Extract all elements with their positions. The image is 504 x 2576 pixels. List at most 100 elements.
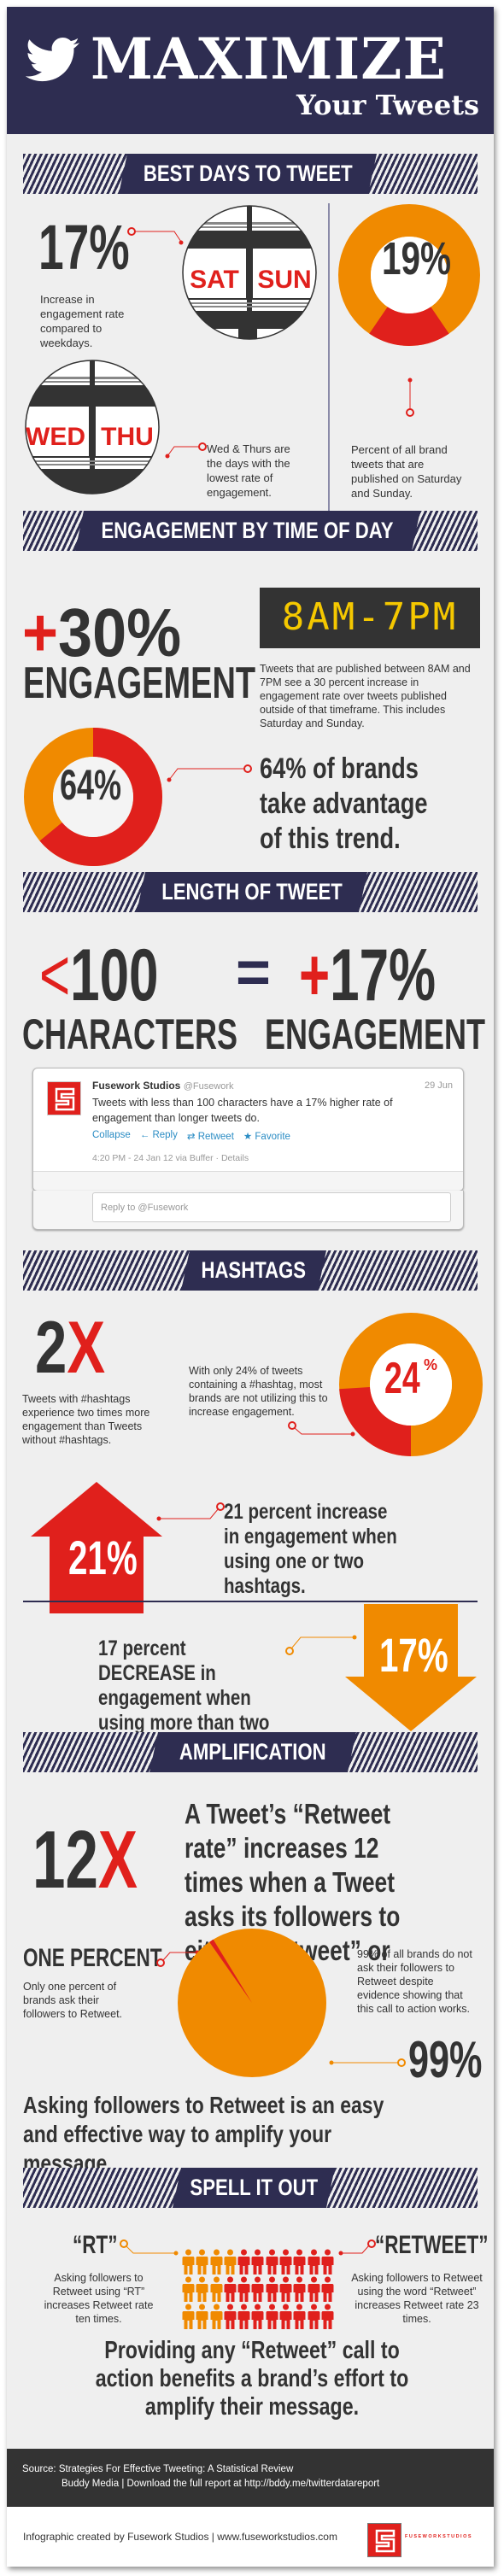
person-icon-retweet — [279, 2249, 292, 2274]
day-sat: SAT — [190, 266, 239, 294]
section-banner-best-days: BEST DAYS TO TWEET — [23, 154, 478, 194]
person-icon-rt — [196, 2276, 208, 2302]
section-title: AMPLIFICATION — [179, 1739, 326, 1765]
person-icon-rt — [210, 2276, 223, 2302]
person-icon-retweet — [224, 2276, 237, 2302]
one-percent-label: ONE PERCENT — [23, 1944, 162, 1972]
collapse-link[interactable]: Collapse — [92, 1130, 131, 1142]
page-title: MAXIMIZE — [91, 26, 447, 92]
stat-2x: 2X — [35, 1307, 106, 1389]
reply-button[interactable]: ← Reply — [140, 1130, 178, 1142]
source-line-2[interactable]: Buddy Media | Download the full report a… — [62, 2479, 379, 2489]
person-icon-retweet — [237, 2304, 250, 2329]
header: MAXIMIZE Your Tweets — [7, 7, 494, 134]
person-icon-rt — [182, 2304, 195, 2329]
donut-64-label: 64% — [60, 761, 122, 809]
rt-description: Asking followers to Retweet using “RT” i… — [44, 2272, 154, 2325]
reply-input[interactable]: Reply to @Fusework — [92, 1192, 451, 1222]
section-title: SPELL IT OUT — [190, 2175, 318, 2200]
person-icon-retweet — [308, 2276, 320, 2302]
person-icon-retweet — [266, 2249, 278, 2274]
person-icon-rt — [182, 2276, 195, 2302]
stat-30-label: ENGAGEMENT — [23, 659, 256, 708]
retweet-label: “RETWEET” — [375, 2231, 489, 2259]
pie-chart-retweet-ask — [178, 1929, 326, 2077]
section-title: LENGTH OF TWEET — [161, 879, 343, 905]
donut-19-description: Percent of all brand tweets that are pub… — [351, 443, 462, 500]
stat-12x: 12X — [32, 1814, 138, 1906]
characters-label: CHARACTERS — [22, 1010, 237, 1058]
connector-line — [120, 2239, 179, 2256]
avatar[interactable] — [47, 1081, 81, 1115]
person-icon-retweet — [251, 2276, 264, 2302]
person-icon-retweet — [237, 2249, 250, 2274]
people-grid — [182, 2249, 336, 2331]
credit-text[interactable]: Infographic created by Fusework Studios … — [23, 2531, 337, 2543]
connector-line — [167, 764, 252, 782]
retweet-button[interactable]: ⇄ Retweet — [187, 1130, 234, 1142]
tweet-author[interactable]: Fusework Studios @Fusework — [92, 1080, 234, 1092]
column-divider — [328, 203, 330, 535]
fusework-logo-icon — [375, 2529, 396, 2553]
fusework-logo-icon — [55, 1087, 75, 1111]
day-wed: WED — [26, 423, 85, 451]
person-icon-retweet — [266, 2276, 278, 2302]
favorite-button[interactable]: ★ Favorite — [243, 1130, 290, 1142]
person-icon-retweet — [293, 2276, 306, 2302]
fusework-logo[interactable] — [367, 2523, 401, 2557]
person-icon-retweet — [251, 2249, 264, 2274]
person-icon-retweet — [321, 2276, 334, 2302]
connector-line — [285, 1635, 357, 1655]
connector-line — [338, 2239, 376, 2256]
person-icon-rt — [224, 2249, 237, 2274]
section-banner-hashtags: HASHTAGS — [23, 1250, 478, 1291]
section-title: ENGAGEMENT BY TIME OF DAY — [102, 518, 394, 543]
weekend-calendar-illustration: SAT SUN — [182, 205, 317, 340]
spell-it-out-conclusion: Providing any “Retweet” call to action b… — [95, 2337, 409, 2421]
stat-2x-description: Tweets with #hashtags experience two tim… — [22, 1393, 150, 1446]
stat-100-characters: <100 — [39, 934, 159, 1016]
donut-64-caption: 64% of brands take advantage of this tre… — [260, 752, 428, 855]
person-icon-rt — [210, 2249, 223, 2274]
connector-line — [406, 378, 414, 417]
divider-line — [23, 1601, 478, 1602]
connector-line — [156, 1502, 225, 1521]
donut-24-label: 24% — [384, 1354, 438, 1403]
equals-sign: = — [236, 939, 271, 1005]
person-icon-retweet — [293, 2304, 306, 2329]
one-percent-description: Only one percent of brands ask their fol… — [23, 1981, 123, 2020]
section-banner-amplification: AMPLIFICATION — [23, 1732, 478, 1772]
person-icon-retweet — [321, 2304, 334, 2329]
day-sun: SUN — [257, 266, 311, 294]
connector-line — [329, 2058, 406, 2067]
tweet-actions: Collapse ← Reply ⇄ Retweet ★ Favorite — [92, 1130, 290, 1142]
credit-footer: Infographic created by Fusework Studios … — [7, 2507, 494, 2567]
down-arrow-value: 17% — [379, 1628, 448, 1682]
person-icon-rt — [210, 2304, 223, 2329]
digital-clock: 8AM-7PM — [260, 588, 480, 648]
person-icon-retweet — [321, 2249, 334, 2274]
star-icon: ★ — [243, 1132, 253, 1142]
source-line-1: Source: Strategies For Effective Tweetin… — [22, 2464, 294, 2474]
tweet-card: Fusework Studios @Fusework 29 Jun Tweets… — [32, 1068, 464, 1191]
tweet-date[interactable]: 29 Jun — [425, 1080, 453, 1091]
person-icon-retweet — [224, 2304, 237, 2329]
tweet-handle: @Fusework — [183, 1081, 234, 1092]
day-thu: THU — [101, 423, 154, 451]
person-icon-retweet — [266, 2304, 278, 2329]
donut-24-description: With only 24% of tweets containing a #ha… — [189, 1365, 328, 1418]
stat-17-percent: 17% — [38, 212, 130, 283]
person-icon-retweet — [279, 2276, 292, 2302]
section-title: HASHTAGS — [201, 1257, 307, 1283]
fusework-logo-text: FUSEWORKSTUDIOS — [405, 2534, 473, 2539]
retweet-description: Asking followers to Retweet using the wo… — [351, 2272, 483, 2325]
section-banner-length: LENGTH OF TWEET — [23, 872, 478, 912]
person-icon-retweet — [237, 2276, 250, 2302]
weekday-calendar-illustration: WED THU — [25, 360, 160, 495]
ninety-nine-value: 99% — [408, 2031, 483, 2088]
page-subtitle: Your Tweets — [296, 89, 479, 121]
person-icon-rt — [182, 2249, 195, 2274]
twitter-bird-icon — [26, 38, 79, 82]
reply-arrow-icon: ← — [139, 1130, 150, 1140]
infographic: MAXIMIZE Your Tweets BEST DAYS TO TWEET … — [7, 7, 494, 2567]
